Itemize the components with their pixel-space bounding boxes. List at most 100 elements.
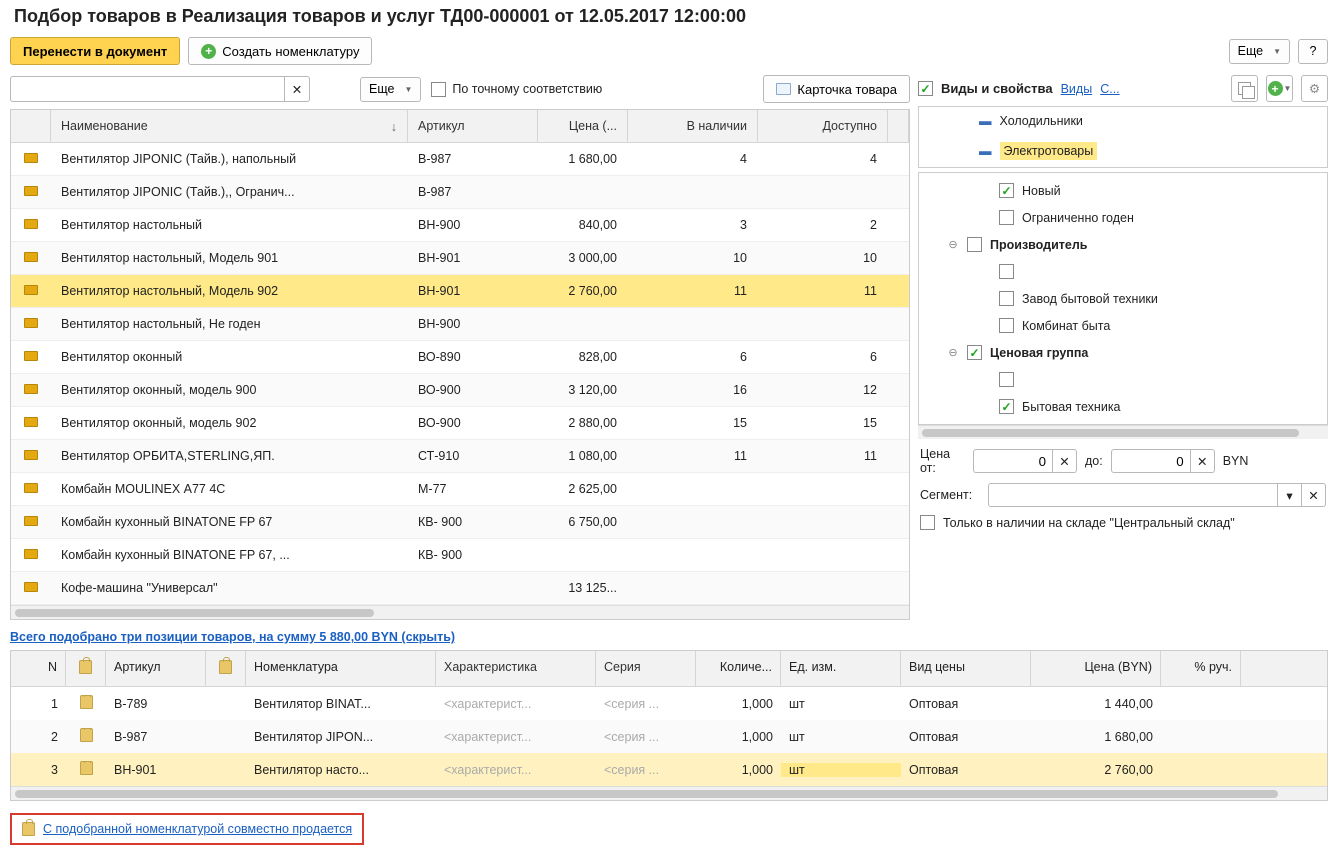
col-price[interactable]: Цена (BYN) (1031, 651, 1161, 686)
filter-row[interactable]: Завод бытовой техники (919, 285, 1327, 312)
filter-checkbox[interactable] (999, 210, 1014, 225)
price-to-input[interactable] (1111, 449, 1191, 473)
filter-checkbox[interactable] (999, 264, 1014, 279)
col-nomenclature[interactable]: Номенклатура (246, 651, 436, 686)
table-row[interactable]: Комбайн кухонный BINATONE FP 67КВ- 9006 … (11, 506, 909, 539)
col-available[interactable]: Доступно (758, 110, 888, 142)
tree-toggle-icon[interactable]: ⊖ (947, 238, 959, 251)
tree-item[interactable]: ▬ Холодильники (919, 107, 1327, 135)
copy-button[interactable] (1231, 75, 1258, 102)
table-row[interactable]: Вентилятор настольный, Не годенВН-900 (11, 308, 909, 341)
clear-segment[interactable]: ✕ (1302, 483, 1326, 507)
filter-row[interactable]: Комбинат быта (919, 312, 1327, 339)
col-icon2[interactable] (206, 651, 246, 686)
col-characteristic[interactable]: Характеристика (436, 651, 596, 686)
tree-toggle-icon[interactable]: ⊖ (947, 346, 959, 359)
col-article[interactable]: Артикул (106, 651, 206, 686)
col-n[interactable]: N (11, 651, 66, 686)
filter-row[interactable]: ⊖Ценовая группа (919, 339, 1327, 366)
filter-checkbox[interactable] (999, 318, 1014, 333)
col-uom[interactable]: Ед. изм. (781, 651, 901, 686)
search-input[interactable] (10, 76, 284, 102)
tree-item[interactable]: ▬ Электротовары (919, 135, 1327, 167)
filter-label: Комбинат быта (1022, 319, 1110, 333)
filter-row[interactable]: Новый (919, 177, 1327, 204)
table-row[interactable]: Комбайн MOULINEX А77 4СМ-772 625,00 (11, 473, 909, 506)
col-quantity[interactable]: Количе... (696, 651, 781, 686)
cell-article: B-987 (408, 152, 538, 166)
cell-article: СТ-910 (408, 449, 538, 463)
table-row[interactable]: 1B-789Вентилятор BINAT...<характерист...… (11, 687, 1327, 720)
minus-icon: ▬ (979, 114, 992, 128)
table-row[interactable]: Вентилятор оконныйВО-890828,0066 (11, 341, 909, 374)
cell-name: Комбайн MOULINEX А77 4С (51, 482, 408, 496)
transfer-button[interactable]: Перенести в документ (10, 37, 180, 65)
cell-name: Кофе-машина "Универсал" (51, 581, 408, 595)
table-row[interactable]: Вентилятор настольныйВН-900840,0032 (11, 209, 909, 242)
col-series[interactable]: Серия (596, 651, 696, 686)
filter-row[interactable] (919, 258, 1327, 285)
col-price[interactable]: Цена (... (538, 110, 628, 142)
clear-price-from[interactable]: ✕ (1053, 449, 1077, 473)
clear-price-to[interactable]: ✕ (1191, 449, 1215, 473)
filter-row[interactable]: ⊖Производитель (919, 231, 1327, 258)
table-row[interactable]: Вентилятор ОРБИТА,STERLING,ЯП.СТ-9101 08… (11, 440, 909, 473)
filter-checkbox[interactable] (999, 399, 1014, 414)
cell-article: ВН-901 (106, 763, 206, 777)
cell-name: Вентилятор JIPONIC (Тайв.), напольный (51, 152, 408, 166)
col-icon1[interactable] (66, 651, 106, 686)
filter-row[interactable]: Ограниченно годен (919, 204, 1327, 231)
table-row[interactable]: 2B-987Вентилятор JIPON...<характерист...… (11, 720, 1327, 753)
exact-match-label: По точному соответствию (452, 82, 602, 96)
cross-sell-link[interactable]: С подобранной номенклатурой совместно пр… (43, 822, 352, 836)
create-nomenclature-button[interactable]: + Создать номенклатуру (188, 37, 372, 65)
filter-checkbox[interactable] (999, 372, 1014, 387)
table-row[interactable]: Вентилятор оконный, модель 902ВО-9002 88… (11, 407, 909, 440)
cell-name: Вентилятор ОРБИТА,STERLING,ЯП. (51, 449, 408, 463)
add-button[interactable]: +▼ (1266, 75, 1293, 102)
filter-row[interactable] (919, 366, 1327, 393)
btable-horizontal-scrollbar[interactable] (11, 786, 1327, 800)
segment-dropdown[interactable]: ▾ (1278, 483, 1302, 507)
clear-search-button[interactable]: ✕ (284, 76, 310, 102)
table-row[interactable]: Вентилятор настольный, Модель 902ВН-9012… (11, 275, 909, 308)
col-price-type[interactable]: Вид цены (901, 651, 1031, 686)
exact-match-checkbox[interactable] (431, 82, 446, 97)
product-card-label: Карточка товара (797, 82, 897, 97)
filter-row[interactable]: Бытовая техника (919, 393, 1327, 420)
table-row[interactable]: Вентилятор настольный, Модель 901ВН-9013… (11, 242, 909, 275)
summary-link[interactable]: Всего подобрано три позиции товаров, на … (10, 630, 455, 644)
table-row[interactable]: Кофе-машина "Универсал"13 125... (11, 572, 909, 605)
col-percent[interactable]: % руч. (1161, 651, 1241, 686)
more-button[interactable]: Еще (1229, 39, 1290, 64)
filter-horizontal-scrollbar[interactable] (918, 425, 1328, 439)
cell-article: ВН-900 (408, 317, 538, 331)
table-row[interactable]: Вентилятор JIPONIC (Тайв.),, Огранич...B… (11, 176, 909, 209)
cell-article: B-789 (106, 697, 206, 711)
table-row[interactable]: 3ВН-901Вентилятор насто...<характерист..… (11, 753, 1327, 786)
col-article[interactable]: Артикул (408, 110, 538, 142)
settings-button[interactable]: ⚙ (1301, 75, 1328, 102)
grid-horizontal-scrollbar[interactable] (11, 605, 909, 619)
filter-checkbox[interactable] (999, 183, 1014, 198)
table-row[interactable]: Комбайн кухонный BINATONE FP 67, ...КВ- … (11, 539, 909, 572)
search-more-button[interactable]: Еще (360, 77, 421, 102)
cell-price: 3 120,00 (538, 383, 628, 397)
only-in-stock-checkbox[interactable] (920, 515, 935, 530)
types-properties-checkbox[interactable] (918, 81, 933, 96)
price-from-input[interactable] (973, 449, 1053, 473)
product-card-button[interactable]: Карточка товара (763, 75, 910, 103)
segment-input[interactable] (988, 483, 1278, 507)
search-row: ✕ Еще По точному соответствию Карточка т… (10, 75, 910, 109)
help-button[interactable]: ? (1298, 39, 1328, 64)
types-link[interactable]: Виды (1061, 82, 1093, 96)
table-row[interactable]: Вентилятор оконный, модель 900ВО-9003 12… (11, 374, 909, 407)
col-name[interactable]: Наименование↓ (51, 110, 408, 142)
col-stock[interactable]: В наличии (628, 110, 758, 142)
filter-checkbox[interactable] (999, 291, 1014, 306)
filter-checkbox[interactable] (967, 345, 982, 360)
cell-name: Вентилятор настольный (51, 218, 408, 232)
filter-checkbox[interactable] (967, 237, 982, 252)
table-row[interactable]: Вентилятор JIPONIC (Тайв.), напольныйB-9… (11, 143, 909, 176)
props-link[interactable]: С... (1100, 82, 1119, 96)
